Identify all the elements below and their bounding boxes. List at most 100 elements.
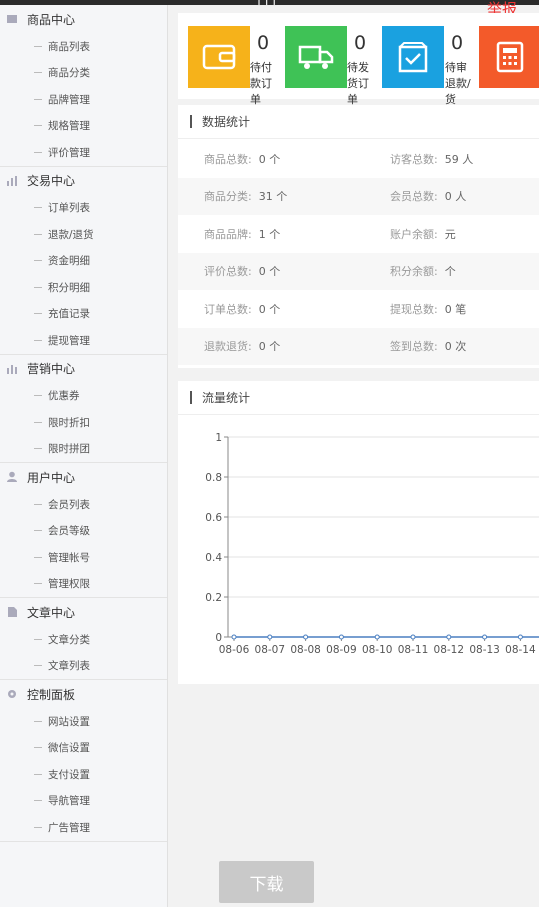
stats-row: 退款退货: 0 个 签到总数: 0 次 <box>178 327 539 365</box>
stats-row: 商品分类: 31 个 会员总数: 0 人 <box>178 177 539 215</box>
sidebar-item[interactable]: 商品分类 <box>0 60 167 87</box>
sidebar-item[interactable]: 规格管理 <box>0 113 167 140</box>
sidebar-section-header[interactable]: 营销中心 <box>0 355 167 383</box>
sidebar-item[interactable]: 网站设置 <box>0 708 167 735</box>
data-stats-title: 数据统计 <box>202 115 251 129</box>
sidebar-item[interactable]: 品牌管理 <box>0 86 167 113</box>
stat-label: 订单总数: <box>204 302 252 316</box>
top-bar-title: 111 <box>255 0 278 9</box>
sidebar-item[interactable]: 限时拼团 <box>0 436 167 463</box>
sidebar-item-label: 会员列表 <box>48 498 90 511</box>
tree-line <box>34 503 42 505</box>
sidebar: 商品中心商品列表商品分类品牌管理规格管理 评价管理 交易中心 订单列表退款/退货资金明… <box>0 5 168 907</box>
sidebar-item[interactable]: 限时折扣 <box>0 409 167 436</box>
sidebar-section-header[interactable]: 交易中心 <box>0 167 167 195</box>
stat-label: 签到总数: <box>390 340 438 354</box>
tree-line <box>34 207 42 209</box>
data-point <box>374 634 380 640</box>
sidebar-item[interactable]: 支付设置 <box>0 761 167 788</box>
sidebar-item[interactable]: 商品列表 <box>0 33 167 60</box>
sidebar-section: 用户中心会员列表会员等级 管理帐号管理权限 <box>0 463 167 598</box>
sidebar-item[interactable]: 充值记录 <box>0 301 167 328</box>
x-tick-label: 08-08 <box>290 644 321 656</box>
bar-chart-icon <box>7 175 17 186</box>
tree-line <box>34 747 42 749</box>
data-point <box>267 634 273 640</box>
gear-icon <box>8 690 16 698</box>
sidebar-section-header[interactable]: 控制面板 <box>0 680 167 708</box>
pending-shipment-count: 0 <box>354 32 367 54</box>
finance-card[interactable] <box>479 26 539 88</box>
sidebar-item[interactable]: 微信设置 <box>0 735 167 762</box>
sidebar-item-label: 商品列表 <box>48 40 90 53</box>
tree-line <box>34 530 42 532</box>
stat-label: 访客总数: <box>390 152 438 166</box>
stat-label: 商品品牌: <box>204 227 252 241</box>
sidebar-item-label: 网站设置 <box>48 715 90 728</box>
stats-row: 商品品牌: 1 个 账户余额: 元 <box>178 215 539 253</box>
sidebar-item[interactable]: 评价管理 <box>0 139 167 166</box>
sidebar-item[interactable]: 文章分类 <box>0 626 167 653</box>
y-tick-label: 0.6 <box>205 512 222 524</box>
sidebar-item[interactable]: 管理权限 <box>0 571 167 598</box>
sidebar-item-label: 退款/退货 <box>48 228 94 241</box>
data-point <box>517 634 523 640</box>
y-tick-label: 0.2 <box>205 592 222 604</box>
sidebar-section-header[interactable]: 文章中心 <box>0 598 167 626</box>
sidebar-section: 商品中心商品列表商品分类品牌管理规格管理 评价管理 <box>0 5 167 167</box>
tree-line <box>34 72 42 74</box>
stat-label: 账户余额: <box>390 227 438 241</box>
x-tick-label: 08-12 <box>434 644 465 656</box>
data-stats-header: 数据统计 <box>178 105 539 139</box>
sidebar-item[interactable]: 资金明细 <box>0 248 167 275</box>
tree-line <box>34 773 42 775</box>
stat-value: 0 次 <box>444 340 467 354</box>
data-point <box>482 634 488 640</box>
sidebar-section: 控制面板网站设置微信设置支付设置导航管理 广告管理 <box>0 680 167 842</box>
tree-line <box>34 151 42 153</box>
download-button[interactable]: 下载 <box>219 861 314 903</box>
traffic-panel: 流量统计 0 0.2 0.4 0.6 0.8 1 08-06 08-07 08-08 08-09 0… <box>178 381 539 684</box>
sidebar-item-label: 商品分类 <box>48 67 90 80</box>
pending-shipment-card[interactable] <box>285 26 347 88</box>
sidebar-item-label: 品牌管理 <box>48 93 90 106</box>
sidebar-item-label: 限时拼团 <box>48 443 90 456</box>
sidebar-item[interactable]: 优惠券 <box>0 383 167 410</box>
sidebar-item[interactable]: 退款/退货 <box>0 221 167 248</box>
sidebar-item[interactable]: 订单列表 <box>0 195 167 222</box>
pending-refund-card[interactable] <box>382 26 444 88</box>
stat-label: 退款退货: <box>204 340 252 354</box>
pending-shipment-label: 待发货订单 <box>347 61 369 106</box>
sidebar-item[interactable]: 文章列表 <box>0 653 167 680</box>
tree-line <box>34 260 42 262</box>
sidebar-item[interactable]: 积分明细 <box>0 274 167 301</box>
sidebar-section-title: 控制面板 <box>27 687 76 702</box>
sidebar-item[interactable]: 提现管理 <box>0 327 167 354</box>
pending-payment-card[interactable] <box>188 26 250 88</box>
x-tick-label: 08-06 <box>219 644 250 656</box>
sidebar-item-label: 支付设置 <box>48 768 90 781</box>
sidebar-item[interactable]: 导航管理 <box>0 788 167 815</box>
y-tick-label: 0 <box>215 632 222 644</box>
document-icon <box>8 607 17 617</box>
sidebar-item[interactable]: 会员等级 <box>0 518 167 545</box>
sidebar-section: 文章中心 文章分类 文章列表 <box>0 598 167 680</box>
stat-value: 0 人 <box>444 190 467 204</box>
traffic-header: 流量统计 <box>178 381 539 415</box>
tree-line <box>34 98 42 100</box>
sidebar-item[interactable]: 会员列表 <box>0 491 167 518</box>
tree-line <box>34 286 42 288</box>
stat-label: 评价总数: <box>204 265 252 279</box>
tree-line <box>34 45 42 47</box>
sidebar-item[interactable]: 管理帐号 <box>0 544 167 571</box>
sidebar-section-header[interactable]: 商品中心 <box>0 5 167 33</box>
pending-payment-label: 待付款订单 <box>250 61 272 106</box>
sidebar-item[interactable]: 广告管理 <box>0 814 167 841</box>
stat-value: 0 个 <box>258 340 281 354</box>
tree-line <box>34 720 42 722</box>
sidebar-item-label: 管理权限 <box>48 578 90 591</box>
pending-refund-count: 0 <box>451 32 464 54</box>
sidebar-section-header[interactable]: 用户中心 <box>0 463 167 491</box>
x-tick-label: 08-09 <box>326 644 357 656</box>
data-point <box>410 634 416 640</box>
